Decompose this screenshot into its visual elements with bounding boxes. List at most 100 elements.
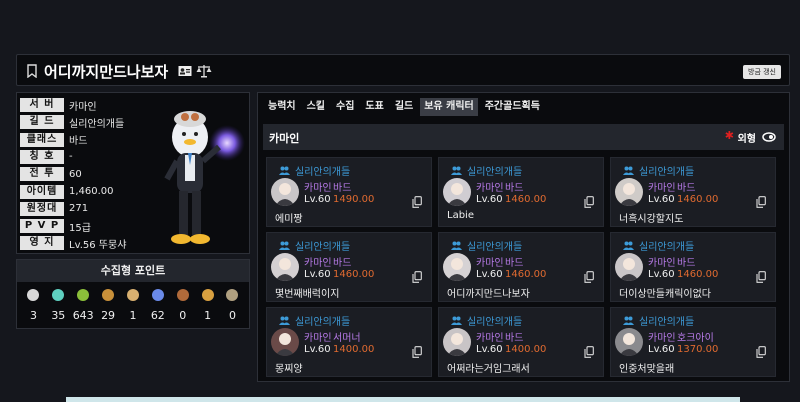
- bookmark-icon[interactable]: [26, 64, 38, 78]
- bottom-banner-strip: [66, 397, 740, 402]
- character-item-level: 1400.00: [505, 344, 547, 355]
- collection-count: 29: [101, 309, 116, 322]
- character-level: Lv.60: [476, 269, 503, 280]
- copy-icon[interactable]: [412, 196, 422, 208]
- profile-value: -: [69, 151, 73, 163]
- copy-icon[interactable]: [756, 346, 766, 358]
- profile-value: 60: [69, 168, 82, 180]
- collection-item[interactable]: 29: [96, 288, 120, 322]
- tab-5[interactable]: 보유 캐릭터: [420, 98, 478, 116]
- copy-icon[interactable]: [412, 346, 422, 358]
- character-card[interactable]: 실리안의개들 카마인 바드 Lv.60 1460.00 너흑시강할지도: [610, 157, 776, 227]
- world-tree-leaf-icon: [201, 289, 214, 301]
- character-card[interactable]: 실리안의개들 카마인 바드 Lv.60 1460.00 Labie: [438, 157, 604, 227]
- eye-toggle-icon[interactable]: [762, 132, 776, 142]
- character-nickname: 에미짱: [275, 214, 303, 225]
- id-card-icon[interactable]: [178, 65, 192, 77]
- collection-points-title: 수집형 포인트: [17, 260, 249, 282]
- guild-name: 실리안의개들: [639, 167, 695, 178]
- profile-label: P V P: [20, 219, 64, 234]
- character-class: 바드: [505, 183, 524, 194]
- character-avatar: [271, 328, 299, 356]
- character-item-level: 1370.00: [677, 344, 719, 355]
- character-class: 바드: [505, 333, 524, 344]
- omnium-star-icon: [226, 289, 239, 301]
- character-card[interactable]: 실리안의개들 카마인 서머너 Lv.60 1400.00 몽찌양: [266, 307, 432, 377]
- copy-icon[interactable]: [584, 271, 594, 283]
- character-avatar: [615, 253, 643, 281]
- profile-value: 1,460.00: [69, 186, 114, 197]
- guild-members-icon: [451, 241, 462, 250]
- guild-row: 실리안의개들: [451, 313, 522, 328]
- collection-item[interactable]: 0: [220, 288, 244, 322]
- collection-count: 0: [179, 309, 187, 322]
- collection-item[interactable]: 35: [46, 288, 70, 322]
- character-item-level: 1460.00: [677, 194, 719, 205]
- island-heart-icon: [52, 289, 65, 301]
- character-item-level: 1460.00: [677, 269, 719, 280]
- collection-count: 643: [72, 309, 94, 322]
- copy-icon[interactable]: [584, 346, 594, 358]
- balance-scale-icon[interactable]: [196, 64, 212, 78]
- profile-panel: 서 버 카마인 길 드 실리안의개들 클래스 바드 칭 호-전 투 60 아이템 1,460.00…: [16, 92, 250, 254]
- guild-row: 실리안의개들: [451, 163, 522, 178]
- character-avatar: [443, 253, 471, 281]
- tab-1[interactable]: 스킬: [303, 98, 329, 116]
- collection-item[interactable]: 3: [21, 288, 45, 322]
- guild-name: 실리안의개들: [295, 242, 351, 253]
- guild-name: 실리안의개들: [467, 167, 523, 178]
- character-server: 카마인: [304, 183, 332, 194]
- character-card[interactable]: 실리안의개들 카마인 바드 Lv.60 1400.00 어쩌라는거임그래서: [438, 307, 604, 377]
- guild-row: 실리안의개들: [451, 238, 522, 253]
- copy-icon[interactable]: [756, 271, 766, 283]
- guild-row: 실리안의개들: [279, 238, 350, 253]
- character-level: Lv.60: [304, 194, 331, 205]
- guild-name: 실리안의개들: [467, 242, 523, 253]
- character-card[interactable]: 실리안의개들 카마인 바드 Lv.60 1490.00 에미짱: [266, 157, 432, 227]
- guild-members-icon: [451, 316, 462, 325]
- character-avatar: [443, 328, 471, 356]
- character-item-level: 1400.00: [333, 344, 375, 355]
- character-avatar: [615, 178, 643, 206]
- tab-2[interactable]: 수집: [332, 98, 358, 116]
- character-avatar: [271, 178, 299, 206]
- character-card[interactable]: 실리안의개들 카마인 바드 Lv.60 1460.00 어디까지만드나보자: [438, 232, 604, 302]
- character-server: 카마인: [304, 258, 332, 269]
- character-class: 호크아이: [677, 333, 714, 344]
- profile-row: P V P 15급: [20, 218, 91, 234]
- character-card[interactable]: 실리안의개들 카마인 바드 Lv.60 1460.00 몇번째배럭이지: [266, 232, 432, 302]
- tab-4[interactable]: 길드: [391, 98, 417, 116]
- guild-name: 실리안의개들: [295, 167, 351, 178]
- character-nickname: 몇번째배럭이지: [275, 289, 340, 300]
- character-class: 바드: [505, 258, 524, 269]
- profile-value: 271: [69, 203, 89, 215]
- orpheus-star-icon: [151, 289, 164, 301]
- collection-item[interactable]: 1: [196, 288, 220, 322]
- ignea-token-icon: [126, 289, 139, 301]
- profile-value: Lv.56 뚜뭉샤: [69, 239, 127, 251]
- profile-row: 클래스 바드: [20, 132, 87, 148]
- character-item-level: 1460.00: [505, 269, 547, 280]
- copy-icon[interactable]: [412, 271, 422, 283]
- character-nickname: 어쩌라는거임그래서: [447, 364, 530, 375]
- tab-3[interactable]: 도표: [361, 98, 387, 116]
- character-item-level: 1460.00: [505, 194, 547, 205]
- copy-icon[interactable]: [756, 196, 766, 208]
- profile-row: 원정대 271: [20, 201, 88, 217]
- guild-members-icon: [279, 166, 290, 175]
- character-server: 카마인: [648, 183, 676, 194]
- tab-0[interactable]: 능력치: [264, 98, 300, 116]
- character-nickname: 어디까지만드나보자: [447, 289, 530, 300]
- guild-name: 실리안의개들: [467, 317, 523, 328]
- collection-item[interactable]: 643: [71, 288, 95, 322]
- collection-item[interactable]: 0: [171, 288, 195, 322]
- guild-row: 실리안의개들: [623, 313, 694, 328]
- character-card[interactable]: 실리안의개들 카마인 호크아이 Lv.60 1370.00 인중처맞을래: [610, 307, 776, 377]
- copy-icon[interactable]: [584, 196, 594, 208]
- collection-item[interactable]: 1: [121, 288, 145, 322]
- character-card[interactable]: 실리안의개들 카마인 바드 Lv.60 1460.00 더이상만들캐릭이없다: [610, 232, 776, 302]
- collection-points-panel: 수집형 포인트 3 35 643 29 1 62 0 1 0: [16, 259, 250, 329]
- collection-item[interactable]: 62: [146, 288, 170, 322]
- tab-6[interactable]: 주간골드획득: [481, 98, 544, 116]
- refresh-button[interactable]: 방금 갱신: [743, 65, 781, 79]
